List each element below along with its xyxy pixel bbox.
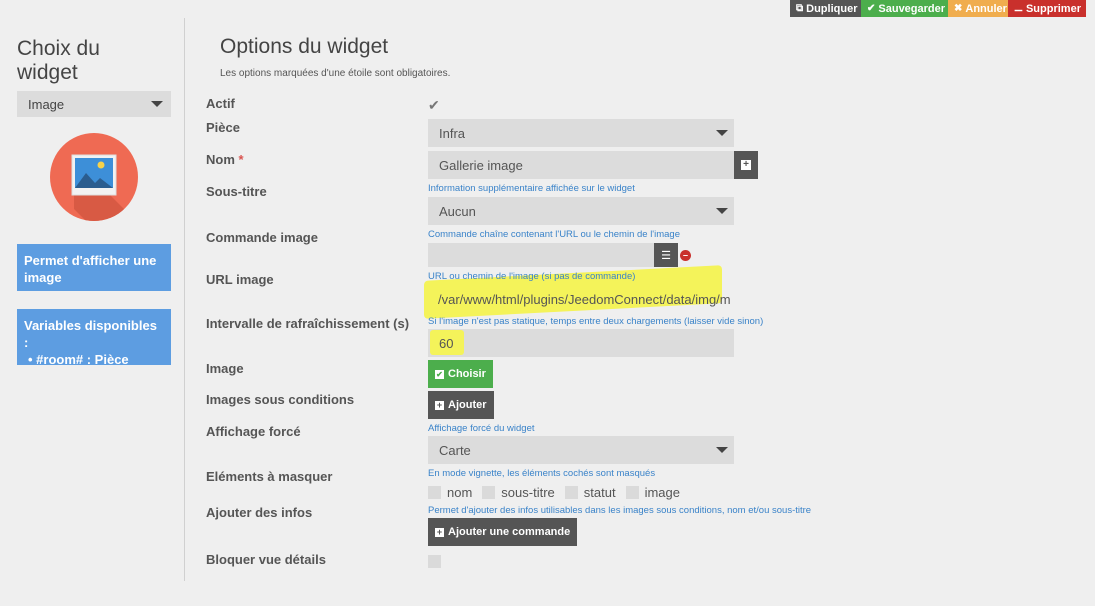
sous-titre-label: Sous-titre [206,184,267,199]
elements-label: Eléments à masquer [206,469,333,484]
checkbox-sous-titre[interactable] [482,486,496,499]
copy-icon: ⧉ [796,3,804,14]
affichage-select[interactable]: Carte [428,436,734,464]
bloquer-checkbox[interactable] [428,555,441,568]
minus-circle-icon: ⚊ [1014,3,1023,14]
choose-image-button[interactable]: ✔ Choisir [428,360,493,388]
nom-value: Gallerie image [439,158,523,173]
ajouter-infos-label: Ajouter des infos [206,505,313,520]
duplicate-button[interactable]: ⧉ Dupliquer [790,0,861,17]
commande-image-help: Commande chaîne contenant l'URL ou le ch… [428,229,681,240]
url-image-label: URL image [206,272,274,287]
check-circle-icon: ✔ [867,3,876,14]
actif-checkbox[interactable]: ✔ [428,97,440,114]
images-conditions-label: Images sous conditions [206,392,355,407]
page-title: Options du widget [220,35,389,58]
choose-image-label: Choisir [448,368,486,380]
nom-input[interactable]: Gallerie image [428,151,734,179]
add-name-button[interactable]: + [734,151,758,179]
add-command-button[interactable]: + Ajouter une commande [428,518,578,546]
affichage-help: Affichage forcé du widget [428,423,535,434]
widget-type-value: Image [28,97,65,112]
intervalle-help: Si l'image n'est pas statique, temps ent… [428,316,764,327]
url-image-value: /var/www/html/plugins/JeedomConnect/data… [438,292,731,307]
widget-description-text: Permet d'afficher une image [24,253,157,285]
commande-image-input[interactable] [428,243,654,267]
chevron-down-icon [716,130,728,136]
variable-item-text: #room# : Pièce [36,352,129,367]
commande-image-label: Commande image [206,230,318,245]
sidebar-divider [184,18,185,581]
checkbox-nom[interactable] [428,486,441,499]
required-star: * [238,152,244,167]
piece-select[interactable]: Infra [428,119,734,147]
list-icon: ☰ [661,249,671,262]
delete-button[interactable]: ⚊ Supprimer [1008,0,1086,17]
checkbox-nom-label: nom [447,485,473,500]
actif-label: Actif [206,96,235,111]
cancel-label: Annuler [965,2,1007,15]
add-condition-label: Ajouter [448,399,487,411]
bloquer-label: Bloquer vue détails [206,552,326,567]
chevron-down-icon [151,101,163,107]
image-widget-icon [50,133,138,221]
check-square-icon: ✔ [435,369,444,379]
intervalle-input[interactable] [428,329,734,357]
checkbox-statut-label: statut [583,485,616,500]
variable-item: • #room# : Pièce [28,352,129,367]
sous-titre-select[interactable]: Aucun [428,197,734,225]
plus-square-icon: + [435,399,444,410]
duplicate-label: Dupliquer [806,2,858,15]
sous-titre-help: Information supplémentaire affichée sur … [428,183,635,194]
remove-command-icon[interactable]: – [680,250,691,261]
affichage-label: Affichage forcé [206,424,301,439]
checkbox-statut[interactable] [564,486,578,499]
widget-description: Permet d'afficher une image [17,244,171,291]
add-condition-image-button[interactable]: + Ajouter [428,391,494,419]
image-label: Image [206,361,244,376]
affichage-value: Carte [439,443,471,458]
elements-checkboxes: nom sous-titre statut image [428,485,690,500]
page-subtitle: Les options marquées d'une étoile sont o… [220,68,451,79]
nom-label-text: Nom [206,152,235,167]
ajouter-infos-help: Permet d'ajouter des infos utilisables d… [428,505,812,516]
variables-box: Variables disponibles : • #room# : Pièce [17,309,171,367]
save-button[interactable]: ✔ Sauvegarder [861,0,948,17]
plus-square-icon: + [741,160,751,170]
widget-type-select[interactable]: Image [17,91,171,117]
variables-title: Variables disponibles : [24,318,157,350]
add-command-label: Ajouter une commande [448,526,571,538]
piece-label: Pièce [206,120,240,135]
intervalle-label: Intervalle de rafraîchissement (s) [206,316,410,331]
plus-square-icon: + [435,526,444,537]
checkbox-image-label: image [644,485,680,500]
delete-label: Supprimer [1025,2,1081,15]
elements-help: En mode vignette, les éléments cochés so… [428,468,656,479]
close-icon: ✖ [954,3,963,14]
cancel-button[interactable]: ✖ Annuler [948,0,1008,17]
url-image-input[interactable]: /var/www/html/plugins/JeedomConnect/data… [428,285,734,313]
intervalle-value: 60 [439,336,454,351]
url-image-help: URL ou chemin de l'image (si pas de comm… [428,271,636,282]
chevron-down-icon [716,208,728,214]
list-command-button[interactable]: ☰ [654,243,678,267]
sous-titre-value: Aucun [439,204,476,219]
checkbox-image[interactable] [625,486,639,499]
save-label: Sauvegarder [878,2,946,15]
chevron-down-icon [716,447,728,453]
checkbox-sous-titre-label: sous-titre [501,485,555,500]
sidebar-title: Choix du widget [17,37,100,84]
nom-label: Nom * [206,152,244,167]
piece-value: Infra [439,126,466,141]
